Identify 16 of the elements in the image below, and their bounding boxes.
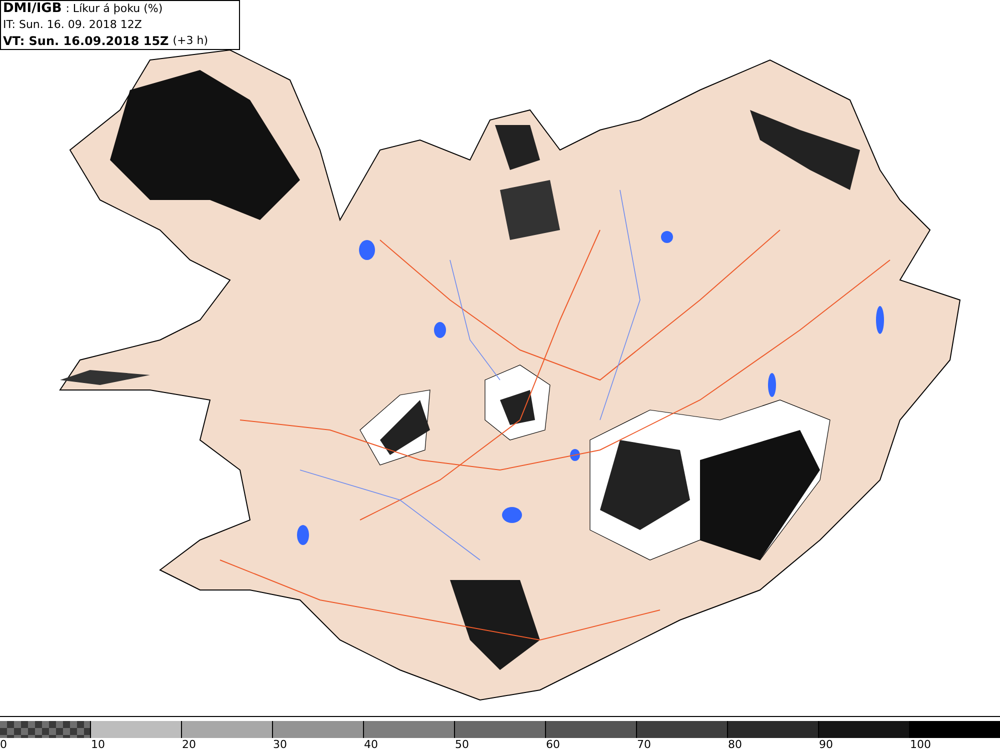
initial-time: IT: Sun. 16. 09. 2018 12Z [3,17,143,33]
legend-label: 100 [910,738,931,750]
legend-label: 0 [0,738,7,750]
parameter-label: : Líkur á þoku (%) [66,1,163,17]
legend-label: 30 [273,738,287,750]
legend-label: 60 [546,738,560,750]
legend-label: 20 [182,738,196,750]
legend-label: 50 [455,738,469,750]
forecast-offset: (+3 h) [172,33,208,49]
legend-label: 90 [819,738,833,750]
legend-label: 10 [91,738,105,750]
source-label: DMI/IGB [3,1,62,17]
valid-time: VT: Sun. 16.09.2018 15Z [3,33,169,49]
legend-label: 70 [637,738,651,750]
legend-label: 80 [728,738,742,750]
legend-label: 40 [364,738,378,750]
